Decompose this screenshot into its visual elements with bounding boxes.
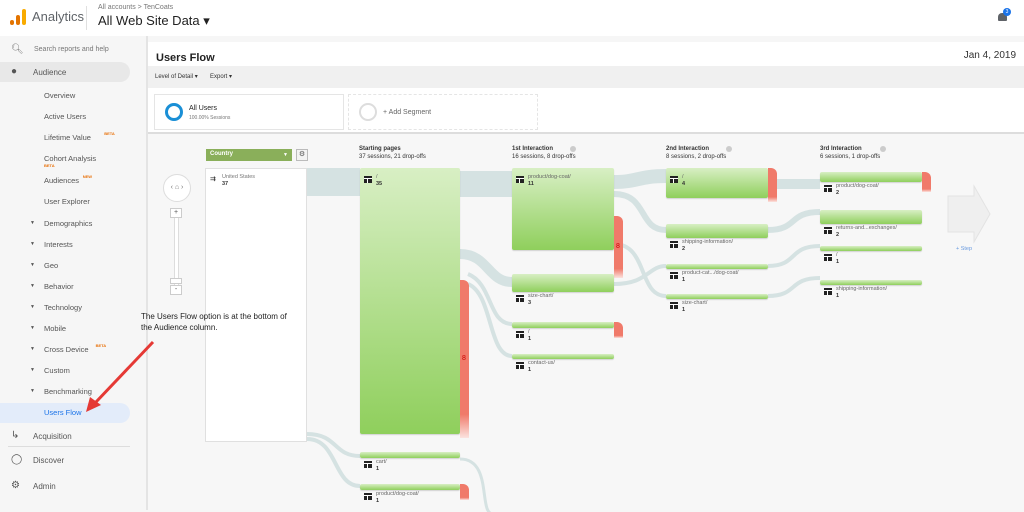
arrow-line	[94, 340, 155, 404]
annotation-arrow	[86, 340, 155, 412]
